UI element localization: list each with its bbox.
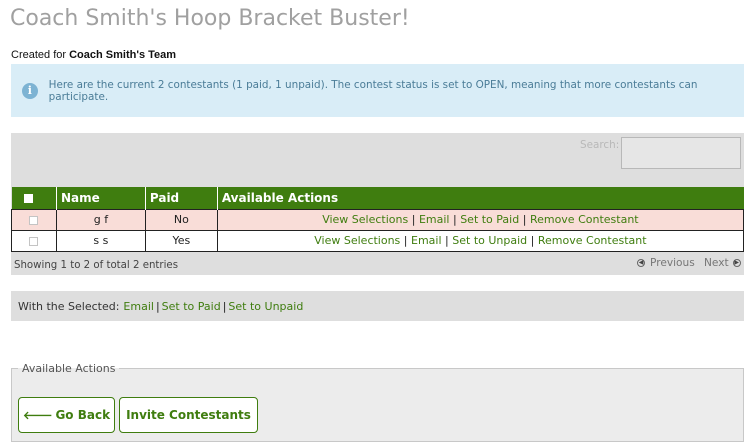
contestants-table-panel: Search: Name Paid Available Actions g f … [11,133,745,275]
next-button[interactable]: Next ▶ [704,257,741,269]
set-to-unpaid-link[interactable]: Set to Unpaid [452,234,527,247]
name-header[interactable]: Name [55,187,146,209]
table-header-row: Name Paid Available Actions [11,187,744,209]
created-for-prefix: Created for [11,49,67,61]
team-name: Coach Smith's Team [69,49,177,61]
bulk-set-to-unpaid-link[interactable]: Set to Unpaid [228,300,303,313]
row-select-cell [11,208,57,231]
invite-contestants-label: Invite Contestants [126,408,251,422]
view-selections-link[interactable]: View Selections [322,213,408,226]
separator: | [452,213,457,226]
search-input[interactable] [621,137,741,169]
row-actions: View Selections | Email | Set to Paid | … [216,208,745,231]
contestant-name: g f [55,208,146,231]
created-for: Created for Coach Smith's Team [11,49,176,61]
separator: | [222,299,227,313]
previous-icon: ◀ [637,259,645,267]
info-alert: i Here are the current 2 contestants (1 … [11,64,744,117]
bulk-label: With the Selected: [18,299,120,313]
remove-contestant-link[interactable]: Remove Contestant [530,213,639,226]
go-back-button[interactable]: 🡐 Go Back [18,397,115,433]
row-select-cell [11,229,57,252]
bulk-set-to-paid-link[interactable]: Set to Paid [162,300,221,313]
select-all-checkbox[interactable] [23,193,33,203]
separator: | [155,299,160,313]
separator: | [411,213,416,226]
page-title: Coach Smith's Hoop Bracket Buster! [10,6,410,31]
email-link[interactable]: Email [419,213,450,226]
email-link[interactable]: Email [411,234,442,247]
separator: | [530,234,535,247]
select-all-header[interactable] [11,187,57,209]
go-back-label: Go Back [55,408,111,422]
remove-contestant-link[interactable]: Remove Contestant [538,234,647,247]
separator: | [522,213,527,226]
info-text: Here are the current 2 contestants (1 pa… [48,78,698,103]
separator: | [403,234,408,247]
info-icon: i [22,82,38,99]
separator: | [445,234,449,247]
available-actions-legend: Available Actions [22,362,116,375]
actions-header: Available Actions [216,187,744,209]
bulk-email-link[interactable]: Email [123,300,154,313]
paid-header[interactable]: Paid [144,187,218,209]
view-selections-link[interactable]: View Selections [314,234,400,247]
row-actions: View Selections | Email | Set to Unpaid … [216,229,745,252]
contestants-table: Name Paid Available Actions g f No View … [11,187,745,252]
search-label: Search: [580,139,620,151]
row-checkbox[interactable] [29,236,39,246]
paid-status: No [144,208,218,231]
arrow-left-icon: 🡐 [22,409,53,422]
previous-button[interactable]: ◀ Previous [637,257,695,269]
next-label: Next [704,257,729,269]
table-row: g f No View Selections | Email | Set to … [11,208,745,231]
available-actions-panel: Available Actions 🡐 Go Back Invite Conte… [11,362,744,442]
next-icon: ▶ [732,259,741,267]
table-row: s s Yes View Selections | Email | Set to… [11,229,745,252]
row-checkbox[interactable] [29,215,39,225]
set-to-paid-link[interactable]: Set to Paid [460,213,519,226]
contestant-name: s s [55,229,146,252]
invite-contestants-button[interactable]: Invite Contestants [119,397,258,433]
table-info: Showing 1 to 2 of total 2 entries [14,260,179,271]
paid-status: Yes [144,229,218,252]
previous-label: Previous [650,257,695,269]
bulk-actions-bar: With the Selected: Email | Set to Paid |… [11,291,744,321]
